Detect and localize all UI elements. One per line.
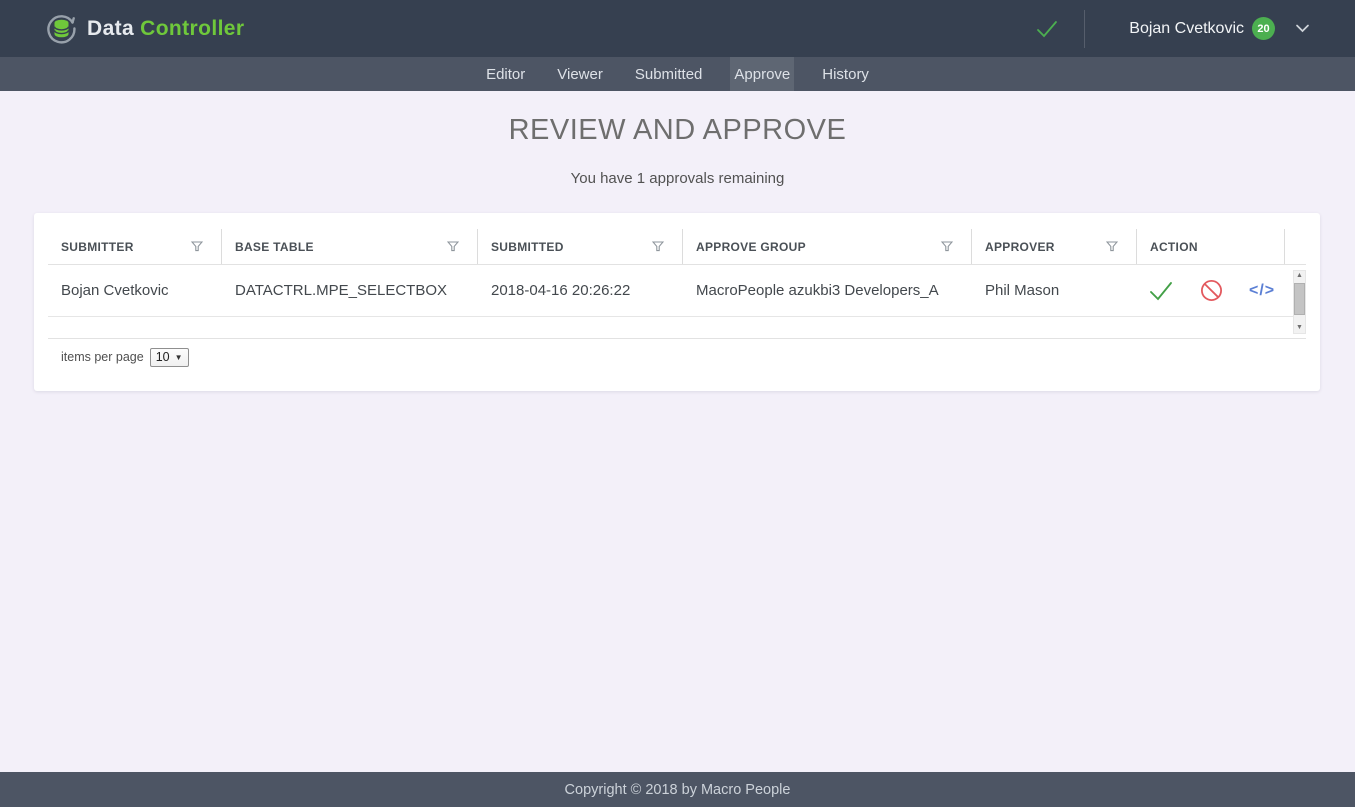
filter-icon[interactable] bbox=[191, 241, 203, 252]
filter-icon[interactable] bbox=[447, 241, 459, 252]
tab-editor[interactable]: Editor bbox=[482, 57, 529, 91]
app-logo[interactable]: DataController bbox=[45, 12, 244, 45]
column-header-approver: APPROVER bbox=[972, 229, 1137, 264]
cell-base-table: DATACTRL.MPE_SELECTBOX bbox=[222, 282, 478, 299]
page-footer: Copyright © 2018 by Macro People bbox=[0, 772, 1355, 807]
main-nav: Editor Viewer Submitted Approve History bbox=[0, 57, 1355, 91]
select-caret-icon: ▼ bbox=[175, 353, 183, 362]
approvals-count-badge: 20 bbox=[1252, 17, 1275, 40]
database-sync-icon bbox=[45, 12, 78, 45]
scrollbar-gutter bbox=[1285, 229, 1306, 264]
tab-viewer[interactable]: Viewer bbox=[553, 57, 607, 91]
grid-pager: items per page 10 ▼ bbox=[48, 339, 1306, 391]
cell-approver: Phil Mason bbox=[972, 282, 1137, 299]
approvals-card: SUBMITTER BASE TABLE SUBMITTED APPROVE G… bbox=[34, 213, 1320, 391]
tab-submitted[interactable]: Submitted bbox=[631, 57, 707, 91]
column-header-submitter: SUBMITTER bbox=[48, 229, 222, 264]
check-icon bbox=[1034, 18, 1060, 40]
scrollbar-thumb[interactable] bbox=[1294, 283, 1305, 315]
filter-icon[interactable] bbox=[652, 241, 664, 252]
app-title: DataController bbox=[87, 17, 244, 41]
user-name: Bojan Cvetkovic bbox=[1129, 20, 1244, 38]
tab-history[interactable]: History bbox=[818, 57, 873, 91]
tab-approve[interactable]: Approve bbox=[730, 57, 794, 91]
table-row: Bojan Cvetkovic DATACTRL.MPE_SELECTBOX 2… bbox=[48, 265, 1306, 317]
approvals-remaining-text: You have 1 approvals remaining bbox=[0, 170, 1355, 187]
reject-button[interactable] bbox=[1200, 279, 1223, 302]
grid-body: Bojan Cvetkovic DATACTRL.MPE_SELECTBOX 2… bbox=[48, 265, 1306, 339]
user-menu[interactable]: Bojan Cvetkovic 20 bbox=[1129, 17, 1310, 40]
approvals-grid: SUBMITTER BASE TABLE SUBMITTED APPROVE G… bbox=[48, 229, 1306, 391]
column-header-base-table: BASE TABLE bbox=[222, 229, 478, 264]
items-per-page-select[interactable]: 10 ▼ bbox=[150, 348, 189, 367]
grid-header-row: SUBMITTER BASE TABLE SUBMITTED APPROVE G… bbox=[48, 229, 1306, 265]
filter-icon[interactable] bbox=[941, 241, 953, 252]
column-header-approve-group: APPROVE GROUP bbox=[683, 229, 972, 264]
copyright-text: Copyright © 2018 by Macro People bbox=[565, 782, 791, 798]
column-header-action: ACTION bbox=[1137, 229, 1285, 264]
cell-submitted: 2018-04-16 20:26:22 bbox=[478, 282, 683, 299]
cell-submitter: Bojan Cvetkovic bbox=[48, 282, 222, 299]
scroll-down-arrow[interactable]: ▼ bbox=[1296, 323, 1303, 333]
scroll-up-arrow[interactable]: ▲ bbox=[1296, 271, 1303, 281]
header-divider bbox=[1084, 10, 1085, 48]
top-header-bar: DataController Bojan Cvetkovic 20 bbox=[0, 0, 1355, 57]
view-code-button[interactable]: </> bbox=[1249, 282, 1275, 300]
approve-button[interactable] bbox=[1148, 280, 1174, 302]
cell-approve-group: MacroPeople azukbi3 Developers_A bbox=[683, 282, 972, 299]
chevron-down-icon[interactable] bbox=[1295, 23, 1310, 34]
page-title: REVIEW AND APPROVE bbox=[0, 115, 1355, 145]
column-header-submitted: SUBMITTED bbox=[478, 229, 683, 264]
items-per-page-label: items per page bbox=[61, 348, 144, 367]
vertical-scrollbar[interactable]: ▲ ▼ bbox=[1293, 270, 1306, 334]
filter-icon[interactable] bbox=[1106, 241, 1118, 252]
cell-actions: </> bbox=[1137, 279, 1285, 302]
items-per-page-value: 10 bbox=[156, 350, 170, 364]
